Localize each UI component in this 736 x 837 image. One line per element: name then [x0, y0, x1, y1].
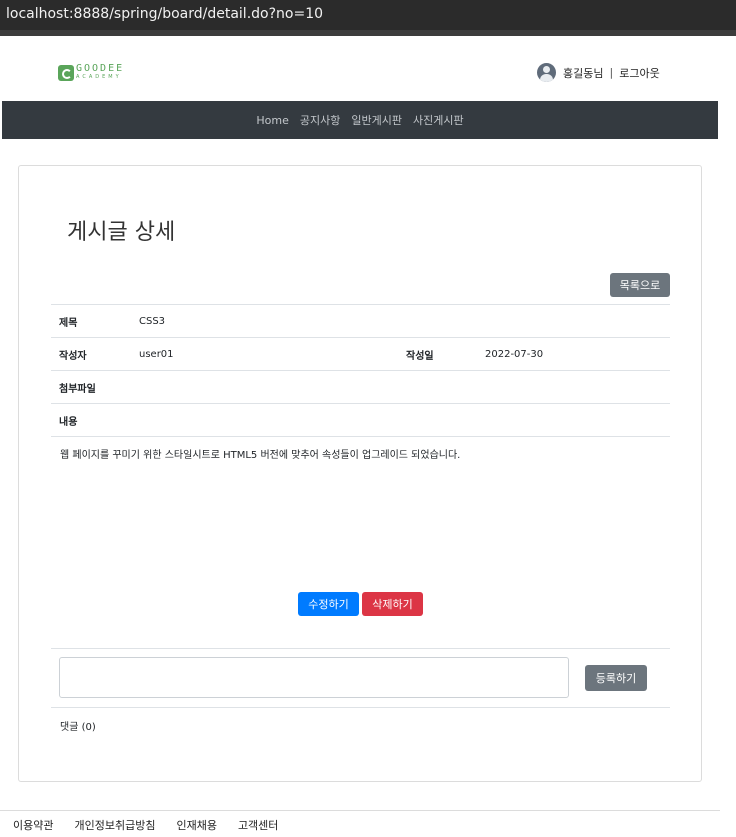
date-label: 작성일: [398, 337, 477, 371]
comment-submit-button[interactable]: 등록하기: [585, 665, 647, 691]
content-row: 내용: [51, 403, 670, 437]
footer-link-support[interactable]: 고객센터: [238, 817, 278, 833]
nav-item-board[interactable]: 일반게시판: [351, 112, 402, 128]
content-label: 내용: [51, 403, 131, 437]
title-row: 제목 CSS3: [51, 304, 670, 338]
site-logo[interactable]: GOODEE ACADEMY: [58, 63, 125, 81]
title-label: 제목: [51, 304, 131, 338]
delete-button[interactable]: 삭제하기: [362, 592, 423, 616]
footer-divider: [0, 810, 720, 811]
main-nav: Home 공지사항 일반게시판 사진게시판: [2, 101, 718, 139]
nav-item-home[interactable]: Home: [256, 114, 288, 127]
divider: [51, 707, 670, 708]
comment-input[interactable]: [59, 657, 569, 698]
post-detail-table: 제목 CSS3 작성자 user01 작성일 2022-07-30 첨부파일 내…: [51, 304, 670, 437]
site-header: GOODEE ACADEMY 홍길동님 | 로그아웃: [0, 36, 720, 101]
logo-icon: [58, 65, 74, 81]
footer-link-careers[interactable]: 인재채용: [176, 817, 216, 833]
url-path: :8888/spring/board/detail.do?no=10: [68, 6, 324, 22]
writer-row: 작성자 user01 작성일 2022-07-30: [51, 337, 670, 371]
header-separator: |: [609, 66, 614, 79]
nav-item-photo-board[interactable]: 사진게시판: [413, 112, 464, 128]
logo-line-1: GOODEE: [76, 63, 125, 74]
nav-item-notice[interactable]: 공지사항: [300, 112, 340, 128]
attachment-label: 첨부파일: [51, 370, 131, 404]
user-avatar-icon: [537, 63, 556, 82]
post-content: 웹 페이지를 꾸미기 위한 스타일시트로 HTML5 버전에 맞추어 속성들이 …: [60, 450, 461, 461]
user-name: 홍길동님: [563, 66, 604, 80]
logo-text: GOODEE ACADEMY: [76, 63, 125, 81]
attachment-row: 첨부파일: [51, 370, 670, 404]
footer-link-terms[interactable]: 이용약관: [13, 817, 53, 833]
back-to-list-button[interactable]: 목록으로: [610, 273, 670, 297]
site-footer: 이용약관 개인정보취급방침 인재채용 고객센터: [13, 817, 278, 833]
title-value: CSS3: [131, 304, 670, 338]
comment-count: 댓글 (0): [60, 722, 96, 733]
writer-label: 작성자: [51, 337, 131, 371]
writer-value: user01: [131, 337, 398, 371]
logo-line-2: ACADEMY: [76, 74, 122, 80]
detail-card: 게시글 상세 목록으로 제목 CSS3 작성자 user01 작성일 2022-…: [18, 165, 702, 782]
url-host: localhost: [6, 6, 69, 22]
footer-link-privacy[interactable]: 개인정보취급방침: [74, 817, 155, 833]
page-title: 게시글 상세: [67, 220, 176, 245]
address-bar[interactable]: localhost:8888/spring/board/detail.do?no…: [0, 0, 736, 30]
date-value: 2022-07-30: [477, 337, 670, 371]
logout-link[interactable]: 로그아웃: [619, 65, 659, 81]
edit-button[interactable]: 수정하기: [298, 592, 359, 616]
user-area: 홍길동님 | 로그아웃: [537, 63, 660, 82]
attachment-value[interactable]: [131, 370, 670, 404]
divider: [51, 648, 670, 649]
